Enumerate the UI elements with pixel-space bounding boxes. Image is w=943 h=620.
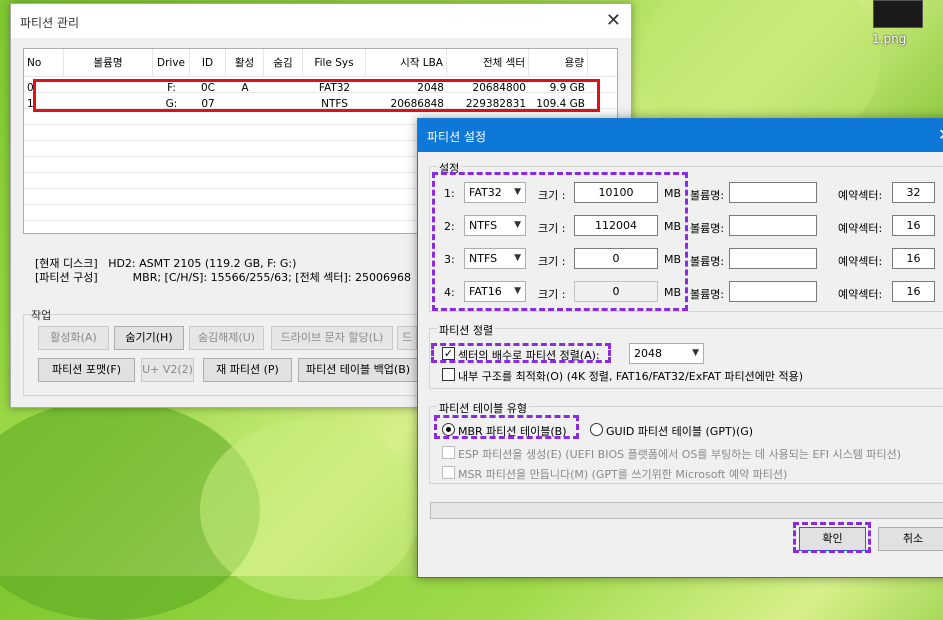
drive-letter-button[interactable]: 드라이브 문자 할당(L): [271, 326, 393, 350]
volume-label: 볼륨명:: [690, 255, 725, 268]
close-icon[interactable]: ✕: [606, 10, 621, 31]
gpt-radio[interactable]: [590, 423, 603, 436]
task-group-label: 작업: [31, 309, 52, 322]
desktop-file-thumbnail[interactable]: [873, 0, 923, 28]
desktop-file-label[interactable]: 1.png: [872, 32, 906, 46]
title-bar[interactable]: 파티션 관리 ✕: [11, 4, 631, 38]
esp-checkbox-label[interactable]: ESP 파티션을 생성(E) (UEFI BIOS 플랫폼에서 OS를 부팅하는…: [458, 446, 901, 462]
partition-config-label: [파티션 구성]: [35, 271, 98, 284]
column-header[interactable]: 시작 LBA: [366, 49, 447, 77]
unhide-button[interactable]: 숨김해제(U): [189, 326, 264, 350]
partition-config-value: MBR; [C/H/S]: 15566/255/63; [전체 섹터]: 250…: [132, 271, 412, 284]
volume-input-4[interactable]: [729, 281, 817, 302]
highlight-annotation: [431, 343, 611, 363]
reserved-label: 예약섹터:: [838, 288, 883, 301]
activate-button[interactable]: 활성화(A): [38, 326, 109, 350]
align-select[interactable]: 2048 ▼: [629, 343, 704, 364]
optimize-checkbox[interactable]: [442, 368, 455, 381]
highlight-annotation: [793, 522, 871, 553]
partition-settings-dialog: 파티션 설정 ✕ 설정 1: FAT32▼ 크기 : 10100 MB 볼륨명:…: [417, 118, 943, 578]
progress-bar: [430, 502, 943, 519]
alignment-group-label: 파티션 정렬: [437, 322, 496, 338]
column-header[interactable]: No: [24, 49, 64, 77]
align-select-value: 2048: [634, 347, 662, 360]
reserved-input-3[interactable]: 16: [892, 248, 935, 269]
reserved-input-4[interactable]: 16: [892, 281, 935, 302]
table-header: No 볼륨명 Drive ID 활성 숨김 File Sys 시작 LBA 전체…: [24, 49, 617, 77]
volume-input-3[interactable]: [729, 248, 817, 269]
volume-label: 볼륨명:: [690, 222, 725, 235]
reserved-label: 예약섹터:: [838, 189, 883, 202]
dialog-title-bar[interactable]: 파티션 설정 ✕: [418, 119, 943, 152]
cancel-button[interactable]: 취소: [878, 527, 943, 551]
background-leaf: [200, 420, 420, 600]
reserved-label: 예약섹터:: [838, 255, 883, 268]
repartition-button[interactable]: 재 파티션 (P): [203, 358, 292, 382]
volume-input-2[interactable]: [729, 215, 817, 236]
partition-config-info: [파티션 구성] MBR; [C/H/S]: 15566/255/63; [전체…: [35, 269, 411, 285]
column-header[interactable]: Drive: [153, 49, 190, 77]
optimize-checkbox-label[interactable]: 내부 구조를 최적화(O) (4K 정렬, FAT16/FAT32/ExFAT …: [458, 368, 803, 384]
highlight-annotation: [434, 415, 579, 439]
reserved-input-1[interactable]: 32: [892, 182, 935, 203]
column-header[interactable]: 활성: [226, 49, 264, 77]
reserved-input-2[interactable]: 16: [892, 215, 935, 236]
column-header[interactable]: 전체 섹터: [447, 49, 529, 77]
volume-label: 볼륨명:: [690, 288, 725, 301]
gpt-radio-label[interactable]: GUID 파티션 테이블 (GPT)(G): [606, 423, 753, 439]
reserved-label: 예약섹터:: [838, 222, 883, 235]
column-header[interactable]: 볼륨명: [64, 49, 153, 77]
column-header[interactable]: ID: [190, 49, 226, 77]
highlight-annotation: [33, 79, 600, 112]
volume-input-1[interactable]: [729, 182, 817, 203]
format-partition-button[interactable]: 파티션 포맷(F): [38, 358, 135, 382]
column-header[interactable]: File Sys: [303, 49, 366, 77]
msr-checkbox-label[interactable]: MSR 파티션을 만듭니다(M) (GPT를 쓰기위한 Microsoft 예약…: [458, 466, 787, 482]
column-header[interactable]: 숨김: [264, 49, 303, 77]
hide-button[interactable]: 숨기기(H): [114, 326, 184, 350]
close-icon[interactable]: ✕: [938, 125, 943, 144]
msr-checkbox[interactable]: [442, 466, 455, 479]
highlight-annotation: [432, 172, 688, 311]
esp-checkbox[interactable]: [442, 446, 455, 459]
dialog-title: 파티션 설정: [427, 130, 487, 144]
backup-table-button[interactable]: 파티션 테이블 백업(B): [298, 358, 418, 382]
chevron-down-icon: ▼: [692, 348, 699, 358]
window-title: 파티션 관리: [20, 16, 80, 30]
partial-button[interactable]: 드: [397, 326, 417, 350]
column-header[interactable]: 용량: [529, 49, 588, 77]
uv2-button[interactable]: U+ V2(2): [141, 358, 194, 382]
table-type-group-label: 파티션 테이블 유형: [437, 400, 529, 416]
volume-label: 볼륨명:: [690, 189, 725, 202]
